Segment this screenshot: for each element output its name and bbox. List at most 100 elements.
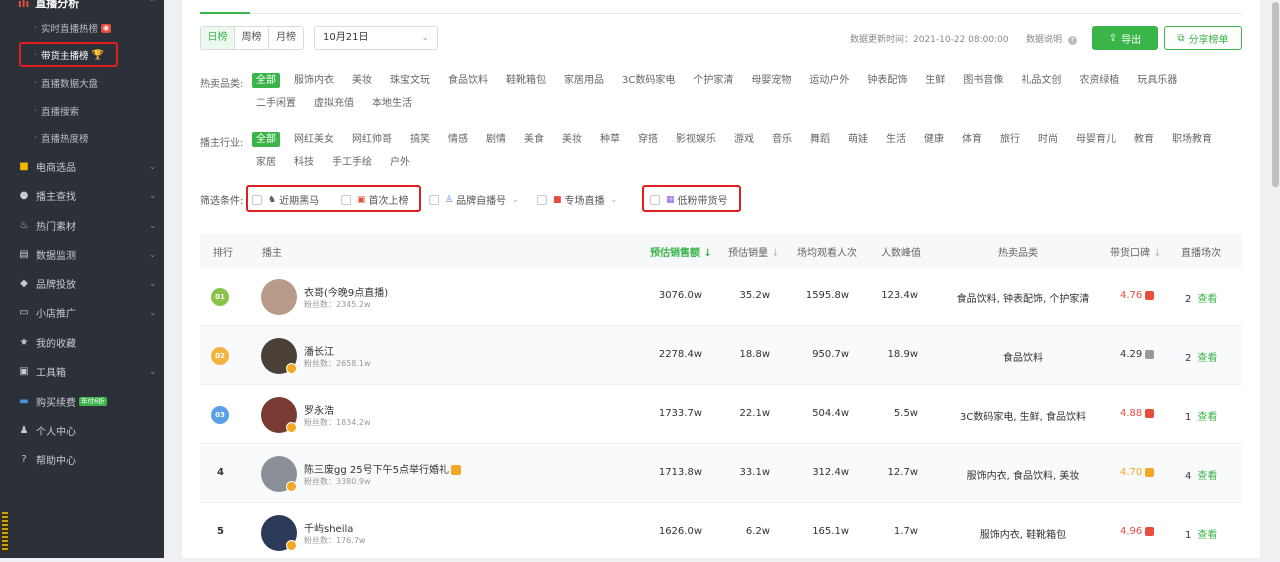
category-chip[interactable]: 食品饮料 bbox=[444, 73, 492, 88]
industry-chip[interactable]: 搞笑 bbox=[406, 132, 434, 147]
industry-chip[interactable]: 音乐 bbox=[768, 132, 796, 147]
industry-chip[interactable]: 全部 bbox=[252, 132, 280, 147]
tab-weekly[interactable]: 周榜 bbox=[235, 27, 269, 49]
category-chip[interactable]: 个护家清 bbox=[689, 73, 737, 88]
tab-daily[interactable]: 日榜 bbox=[201, 27, 235, 49]
industry-chip[interactable]: 网红美女 bbox=[290, 132, 338, 147]
condition-brand-self-broadcast[interactable]: ♙ 品牌自播号 ⌄ bbox=[429, 192, 519, 207]
industry-chip[interactable]: 种草 bbox=[596, 132, 624, 147]
col-sales-sort[interactable]: 预估销售额 ↓ bbox=[650, 244, 712, 259]
sidebar-subitem-live-dashboard[interactable]: · 直播数据大盘 bbox=[34, 76, 98, 91]
industry-chip[interactable]: 手工手绘 bbox=[328, 155, 376, 170]
table-row[interactable]: 5 千屿sheila 粉丝数：176.7w 1626.0w 6.2w 165.1… bbox=[200, 504, 1242, 562]
sidebar-item-brand-placement[interactable]: ◆ 品牌投放 ⌄ bbox=[0, 272, 164, 294]
sidebar-section-live-analysis[interactable]: ılı 直播分析 ⌃ bbox=[0, 0, 164, 14]
sidebar-item-renew[interactable]: ▬ 购买续费 年付6折 bbox=[0, 390, 164, 412]
col-volume-sort[interactable]: 预估销量 ↓ bbox=[728, 244, 780, 259]
industry-chip[interactable]: 体育 bbox=[958, 132, 986, 147]
checkbox[interactable] bbox=[537, 194, 547, 205]
chevron-down-icon[interactable]: ⌄ bbox=[512, 195, 519, 204]
col-rating: 带货口碑 bbox=[1110, 247, 1150, 259]
date-select[interactable]: 10月21日 ⌄ bbox=[314, 26, 438, 50]
industry-chip[interactable]: 生活 bbox=[882, 132, 910, 147]
view-link[interactable]: 查看 bbox=[1197, 294, 1217, 305]
category-chip[interactable]: 全部 bbox=[252, 73, 280, 88]
scrollbar-thumb[interactable] bbox=[1272, 2, 1279, 187]
category-chip[interactable]: 服饰内衣 bbox=[290, 73, 338, 88]
tab-monthly[interactable]: 月榜 bbox=[269, 27, 303, 49]
category-chip[interactable]: 图书音像 bbox=[959, 73, 1007, 88]
industry-chip[interactable]: 萌娃 bbox=[844, 132, 872, 147]
sidebar-subitem-live-hot[interactable]: · 实时直播热榜 ◉ bbox=[34, 21, 112, 35]
industry-chip[interactable]: 剧情 bbox=[482, 132, 510, 147]
industry-chip[interactable]: 舞蹈 bbox=[806, 132, 834, 147]
industry-chip[interactable]: 旅行 bbox=[996, 132, 1024, 147]
industry-chip[interactable]: 网红帅哥 bbox=[348, 132, 396, 147]
industry-chip[interactable]: 科技 bbox=[290, 155, 318, 170]
industry-chip[interactable]: 穿搭 bbox=[634, 132, 662, 147]
view-link[interactable]: 查看 bbox=[1197, 471, 1217, 482]
category-chip[interactable]: 鞋靴箱包 bbox=[502, 73, 550, 88]
industry-chip[interactable]: 健康 bbox=[920, 132, 948, 147]
industry-chip[interactable]: 美妆 bbox=[558, 132, 586, 147]
anchor-name-link[interactable]: 千屿sheila bbox=[304, 520, 353, 535]
table-row[interactable]: 03 罗永浩 粉丝数：1834.2w 1733.7w 22.1w 504.4w … bbox=[200, 386, 1242, 444]
industry-chip[interactable]: 时尚 bbox=[1034, 132, 1062, 147]
sidebar-item-help-center[interactable]: ? 帮助中心 bbox=[0, 448, 164, 470]
industry-chip[interactable]: 游戏 bbox=[730, 132, 758, 147]
industry-chip[interactable]: 影视娱乐 bbox=[672, 132, 720, 147]
view-link[interactable]: 查看 bbox=[1197, 412, 1217, 423]
category-chip[interactable]: 虚拟充值 bbox=[310, 96, 358, 111]
industry-chip[interactable]: 母婴育儿 bbox=[1072, 132, 1120, 147]
checkbox[interactable] bbox=[429, 194, 439, 205]
table-row[interactable]: 01 衣哥(今晚9点直播) 粉丝数：2345.2w 3076.0w 35.2w … bbox=[200, 268, 1242, 326]
category-chip[interactable]: 钟表配饰 bbox=[863, 73, 911, 88]
industry-chip[interactable]: 教育 bbox=[1130, 132, 1158, 147]
sidebar-resize-handle[interactable] bbox=[2, 512, 8, 552]
view-link[interactable]: 查看 bbox=[1197, 530, 1217, 541]
sidebar-item-anchor-search[interactable]: ● 播主查找 ⌄ bbox=[0, 184, 164, 206]
data-note-link[interactable]: 数据说明 ? bbox=[1026, 32, 1077, 45]
industry-chip[interactable]: 美食 bbox=[520, 132, 548, 147]
sidebar-item-ecommerce-selection[interactable]: ■ 电商选品 ⌄ bbox=[0, 155, 164, 177]
table-row[interactable]: 02 潘长江 粉丝数：2658.1w 2278.4w 18.8w 950.7w … bbox=[200, 327, 1242, 385]
avatar[interactable] bbox=[261, 279, 297, 315]
category-chip[interactable]: 3C数码家电 bbox=[618, 73, 679, 88]
category-chip[interactable]: 农资绿植 bbox=[1075, 73, 1123, 88]
industry-chip[interactable]: 户外 bbox=[386, 155, 414, 170]
sessions-value: 2 bbox=[1185, 353, 1192, 364]
sidebar-item-data-monitor[interactable]: ▤ 数据监测 ⌄ bbox=[0, 243, 164, 265]
industry-chip[interactable]: 家居 bbox=[252, 155, 280, 170]
condition-special-live[interactable]: ■ 专场直播 ⌄ bbox=[537, 192, 617, 207]
sidebar-subitem-live-search[interactable]: · 直播搜索 bbox=[34, 104, 79, 119]
anchor-name-link[interactable]: 潘长江 bbox=[304, 343, 334, 358]
anchor-name-link[interactable]: 罗永浩 bbox=[304, 402, 334, 417]
sidebar-item-toolbox[interactable]: ▣ 工具箱 ⌄ bbox=[0, 360, 164, 382]
sidebar-item-favorites[interactable]: ★ 我的收藏 bbox=[0, 331, 164, 353]
share-list-button[interactable]: ⧉ 分享榜单 bbox=[1164, 26, 1242, 50]
industry-chip[interactable]: 情感 bbox=[444, 132, 472, 147]
industry-chip[interactable]: 职场教育 bbox=[1168, 132, 1216, 147]
category-chip[interactable]: 家居用品 bbox=[560, 73, 608, 88]
category-chip[interactable]: 玩具乐器 bbox=[1133, 73, 1181, 88]
category-chip[interactable]: 珠宝文玩 bbox=[386, 73, 434, 88]
sidebar-item-personal-center[interactable]: ♟ 个人中心 bbox=[0, 419, 164, 441]
sidebar-item-hot-materials[interactable]: ♨ 热门素材 ⌄ bbox=[0, 214, 164, 236]
table-row[interactable]: 4 陈三废gg 25号下午5点举行婚礼 粉丝数：3380.9w 1713.8w … bbox=[200, 445, 1242, 503]
anchor-name-link[interactable]: 陈三废gg 25号下午5点举行婚礼 bbox=[304, 461, 461, 476]
category-chip[interactable]: 二手闲置 bbox=[252, 96, 300, 111]
col-rating-sort[interactable]: 带货口碑 ↓ bbox=[1110, 244, 1162, 259]
sidebar-subitem-live-heat[interactable]: · 直播热度榜 bbox=[34, 131, 89, 146]
view-link[interactable]: 查看 bbox=[1197, 353, 1217, 364]
category-chip[interactable]: 礼品文创 bbox=[1017, 73, 1065, 88]
export-button[interactable]: ⇪ 导出 bbox=[1092, 26, 1158, 50]
category-chip[interactable]: 本地生活 bbox=[368, 96, 416, 111]
anchor-name-link[interactable]: 衣哥(今晚9点直播) bbox=[304, 284, 388, 299]
page-scrollbar[interactable] bbox=[1271, 0, 1280, 558]
category-chip[interactable]: 运动户外 bbox=[805, 73, 853, 88]
sidebar-item-shop-promotion[interactable]: ▭ 小店推广 ⌄ bbox=[0, 301, 164, 323]
chevron-down-icon[interactable]: ⌄ bbox=[611, 195, 618, 204]
category-chip[interactable]: 生鲜 bbox=[921, 73, 949, 88]
category-chip[interactable]: 母婴宠物 bbox=[747, 73, 795, 88]
category-chip[interactable]: 美妆 bbox=[348, 73, 376, 88]
